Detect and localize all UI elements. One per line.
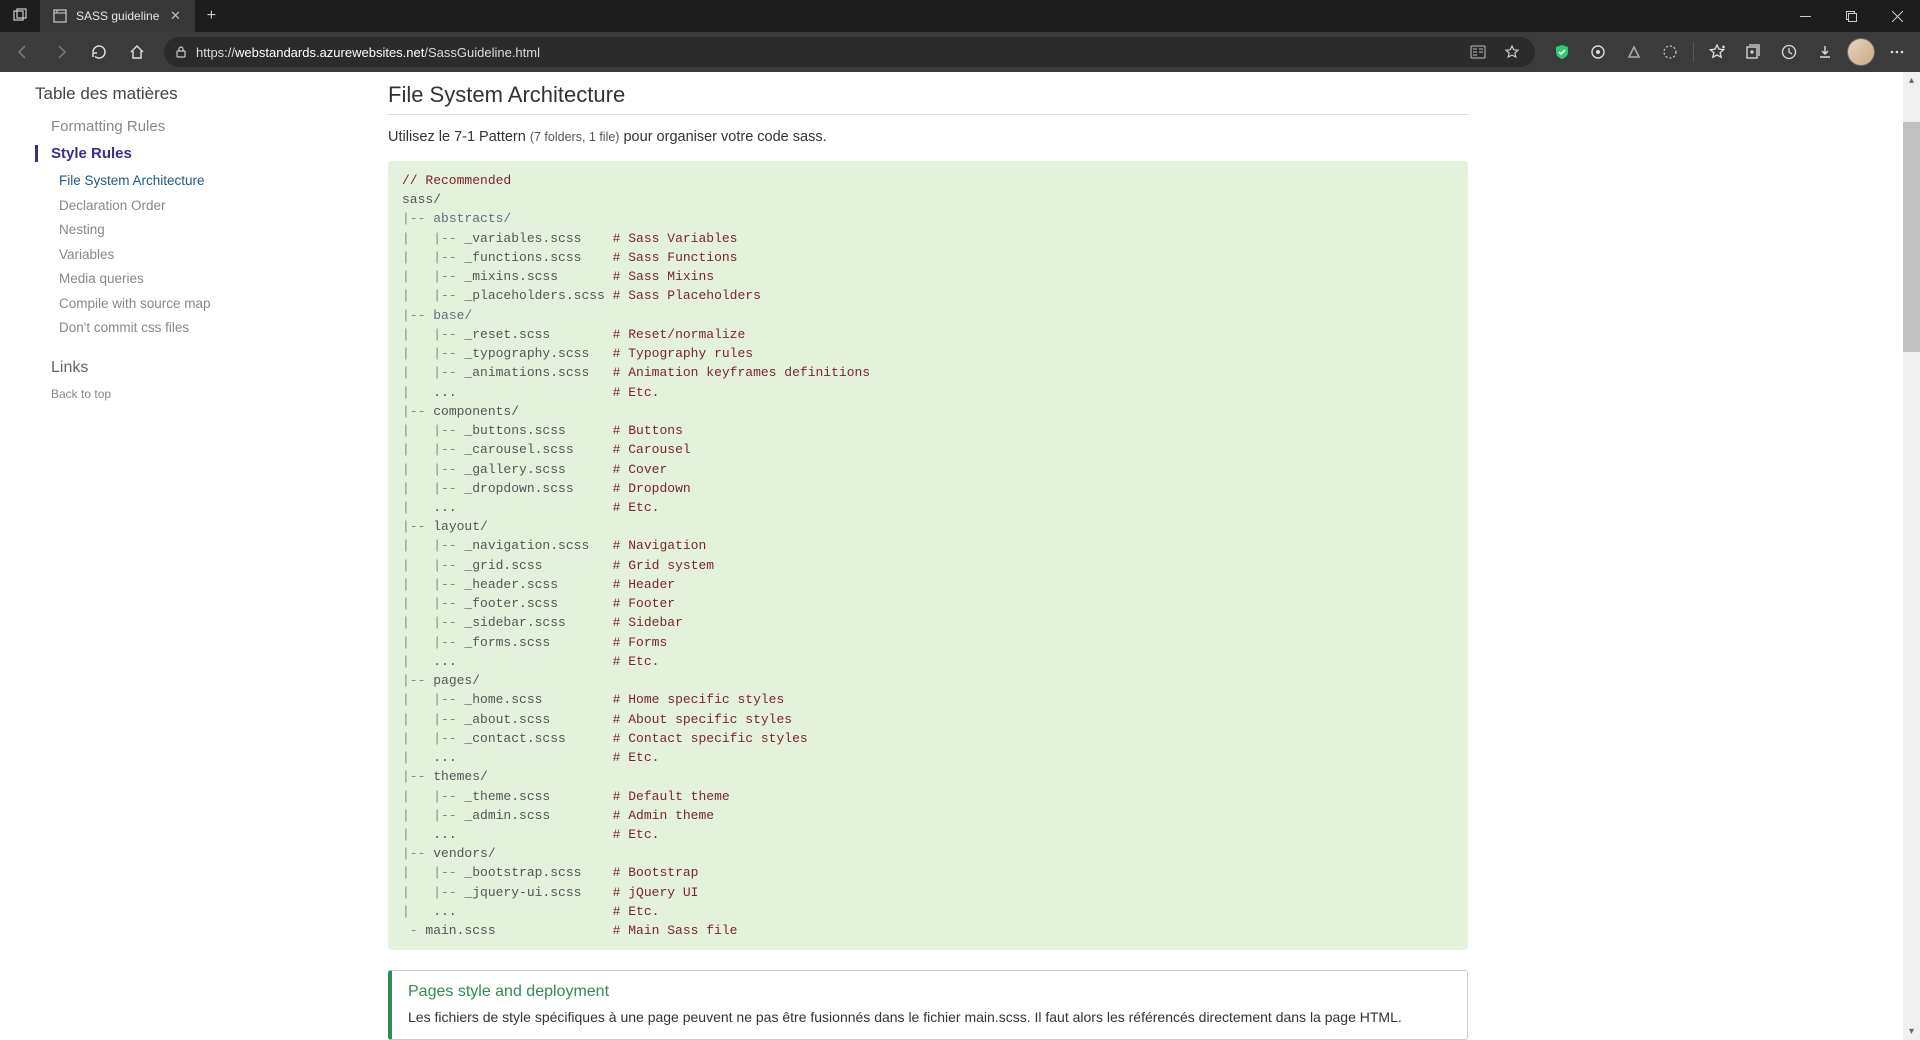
scrollbar-track[interactable]: ▴ ▾ bbox=[1903, 72, 1920, 1040]
toc-item[interactable]: Style Rules bbox=[35, 145, 340, 162]
browser-tab[interactable]: SASS guideline ✕ bbox=[40, 0, 195, 32]
toc-item[interactable]: Nesting bbox=[59, 221, 340, 239]
history-button[interactable] bbox=[1772, 36, 1806, 68]
avatar-icon bbox=[1847, 38, 1875, 66]
main-content: File System Architecture Utilisez le 7-1… bbox=[360, 72, 1920, 1040]
security-shield-icon[interactable] bbox=[1545, 36, 1579, 68]
downloads-button[interactable] bbox=[1808, 36, 1842, 68]
favorites-button[interactable] bbox=[1700, 36, 1734, 68]
heading-rule bbox=[388, 114, 1468, 115]
extension-icon-1[interactable] bbox=[1581, 36, 1615, 68]
refresh-button[interactable] bbox=[82, 36, 116, 68]
toc-title: Table des matières bbox=[35, 84, 340, 104]
note-body: Les fichiers de style spécifiques à une … bbox=[408, 1009, 1451, 1025]
tab-close-button[interactable]: ✕ bbox=[167, 8, 183, 24]
home-button[interactable] bbox=[120, 36, 154, 68]
toolbar-divider bbox=[1693, 42, 1694, 62]
extension-icon-3[interactable] bbox=[1653, 36, 1687, 68]
page-viewport: Table des matières Formatting Rules Style… bbox=[0, 72, 1920, 1040]
window-minimize-button[interactable] bbox=[1782, 0, 1828, 32]
back-to-top-link[interactable]: Back to top bbox=[51, 387, 340, 401]
scrollbar-down-button[interactable]: ▾ bbox=[1903, 1023, 1920, 1040]
code-block: // Recommended sass/ |-- abstracts/ | |-… bbox=[388, 161, 1468, 950]
browser-toolbar: https://webstandards.azurewebsites.net/S… bbox=[0, 32, 1920, 72]
toc-item[interactable]: Don't commit css files bbox=[59, 319, 340, 337]
toc-item[interactable]: Media queries bbox=[59, 270, 340, 288]
scrollbar-thumb[interactable] bbox=[1903, 122, 1920, 352]
links-title: Links bbox=[51, 359, 340, 377]
lock-icon bbox=[174, 45, 188, 59]
toc-list: Formatting Rules Style Rules File System A… bbox=[35, 118, 340, 337]
reader-mode-icon[interactable] bbox=[1465, 36, 1491, 68]
tab-actions-button[interactable] bbox=[0, 0, 40, 32]
tab-title: SASS guideline bbox=[76, 9, 159, 23]
toc-item[interactable]: Compile with source map bbox=[59, 295, 340, 313]
forward-button[interactable] bbox=[44, 36, 78, 68]
back-button[interactable] bbox=[6, 36, 40, 68]
toc-item[interactable]: Variables bbox=[59, 246, 340, 264]
url-text: https://webstandards.azurewebsites.net/S… bbox=[196, 45, 1457, 60]
new-tab-button[interactable]: + bbox=[195, 0, 227, 32]
note-box: Pages style and deployment Les fichiers … bbox=[388, 970, 1468, 1040]
note-title: Pages style and deployment bbox=[408, 983, 1451, 1001]
tab-actions-icon bbox=[12, 8, 28, 24]
window-maximize-button[interactable] bbox=[1828, 0, 1874, 32]
extension-icon-2[interactable] bbox=[1617, 36, 1651, 68]
address-bar[interactable]: https://webstandards.azurewebsites.net/S… bbox=[164, 37, 1535, 67]
section-heading: File System Architecture bbox=[388, 82, 1468, 108]
toc-item[interactable]: File System Architecture bbox=[59, 172, 340, 190]
menu-button[interactable] bbox=[1880, 36, 1914, 68]
toc-item[interactable]: Formatting Rules bbox=[51, 118, 340, 135]
toc-item[interactable]: Declaration Order bbox=[59, 197, 340, 215]
intro-text: Utilisez le 7-1 Pattern (7 folders, 1 fi… bbox=[388, 129, 1468, 145]
window-close-button[interactable] bbox=[1874, 0, 1920, 32]
profile-button[interactable] bbox=[1844, 36, 1878, 68]
collections-button[interactable] bbox=[1736, 36, 1770, 68]
favorite-button[interactable] bbox=[1499, 36, 1525, 68]
scrollbar-up-button[interactable]: ▴ bbox=[1903, 72, 1920, 89]
sidebar: Table des matières Formatting Rules Style… bbox=[0, 72, 360, 1040]
tab-favicon-icon bbox=[52, 8, 68, 24]
browser-titlebar: SASS guideline ✕ + bbox=[0, 0, 1920, 32]
